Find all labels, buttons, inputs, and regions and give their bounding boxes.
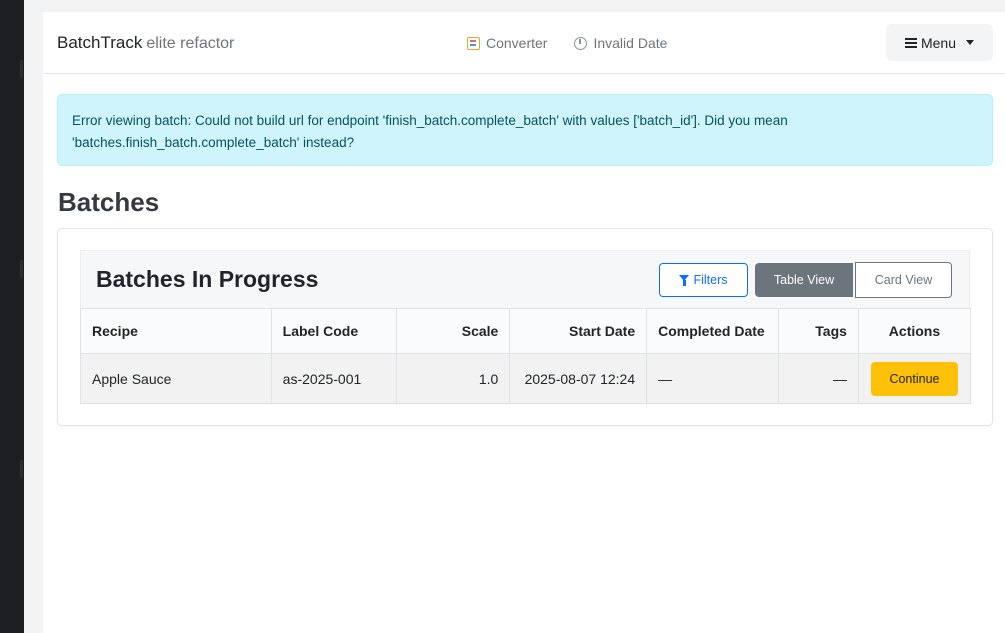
navbar: BatchTrack elite refactor Converter Inval… xyxy=(43,12,1005,74)
left-dark-strip xyxy=(0,0,24,633)
clock-icon xyxy=(574,36,588,50)
continue-button[interactable]: Continue xyxy=(870,361,958,396)
error-alert: Error viewing batch: Could not build url… xyxy=(57,94,993,166)
page-title: Batches xyxy=(58,187,160,217)
column-header[interactable]: Tags xyxy=(778,308,859,354)
nav-links: Converter Invalid Date xyxy=(467,12,667,74)
card-header: Batches In Progress Filters Table View C… xyxy=(80,250,970,308)
top-gap xyxy=(43,0,1005,12)
nav-link-label: Invalid Date xyxy=(593,35,668,51)
cell-recipe: Apple Sauce xyxy=(80,353,272,404)
filters-button[interactable]: Filters xyxy=(659,262,748,297)
filter-icon xyxy=(679,274,690,286)
strip-marker xyxy=(20,260,23,278)
strip-marker xyxy=(20,60,23,78)
column-header: Actions xyxy=(857,308,972,354)
cell-actions: Continue xyxy=(857,353,972,404)
cell-completed-date: — xyxy=(646,353,780,404)
left-gutter xyxy=(24,0,43,633)
brand[interactable]: BatchTrack elite refactor xyxy=(57,33,234,53)
card-title: Batches In Progress xyxy=(96,266,319,292)
nav-link-label: Converter xyxy=(486,35,548,51)
brand-name: BatchTrack xyxy=(57,32,143,52)
table-view-button[interactable]: Table View xyxy=(755,262,853,297)
card-view-button[interactable]: Card View xyxy=(855,261,952,298)
caret-down-icon xyxy=(966,40,975,45)
table-header-row: Recipe Label Code Scale Start Date Compl… xyxy=(80,308,972,354)
brand-subtitle: elite refactor xyxy=(146,34,235,52)
cell-label-code: as-2025-001 xyxy=(270,353,397,404)
main-content: Error viewing batch: Could not build url… xyxy=(43,74,1005,426)
cell-scale: 1.0 xyxy=(395,353,511,404)
table-row: Apple Sauce as-2025-001 1.0 2025-08-07 1… xyxy=(80,353,972,404)
cell-tags: — xyxy=(778,353,859,404)
batches-card: Batches In Progress Filters Table View C… xyxy=(57,228,993,426)
menu-label: Menu xyxy=(920,34,957,51)
column-header[interactable]: Label Code xyxy=(270,308,397,354)
cell-start-date: 2025-08-07 12:24 xyxy=(509,353,648,404)
filters-label: Filters xyxy=(693,272,728,287)
menu-button[interactable]: Menu xyxy=(886,24,993,61)
hamburger-icon xyxy=(904,37,917,48)
column-header[interactable]: Scale xyxy=(395,308,511,354)
nav-link-converter[interactable]: Converter xyxy=(467,35,547,51)
column-header[interactable]: Recipe xyxy=(80,308,272,354)
column-header[interactable]: Completed Date xyxy=(646,308,780,354)
strip-marker xyxy=(20,460,23,478)
batches-table: Recipe Label Code Scale Start Date Compl… xyxy=(80,308,972,404)
nav-link-date[interactable]: Invalid Date xyxy=(574,35,667,51)
column-header[interactable]: Start Date xyxy=(509,308,648,354)
converter-icon xyxy=(467,36,480,50)
app-container: BatchTrack elite refactor Converter Inval… xyxy=(43,0,1005,633)
